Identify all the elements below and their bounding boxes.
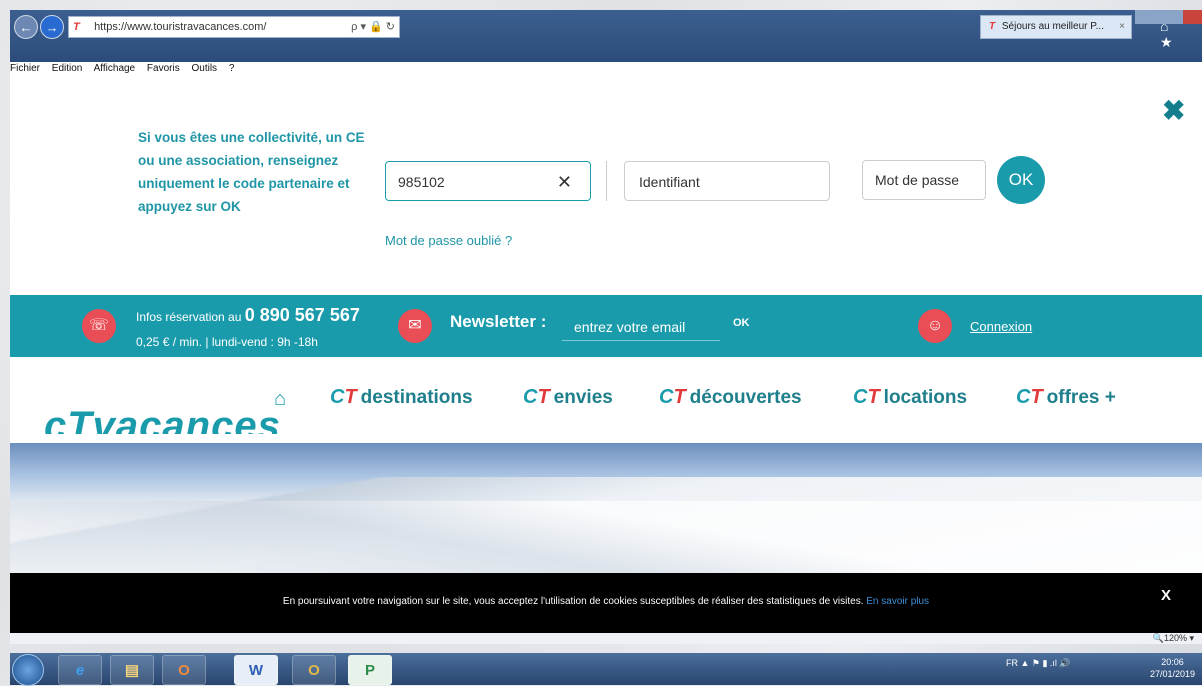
partner-code-value: 985102 [398, 174, 445, 190]
media-taskbar-icon[interactable]: O [162, 655, 206, 685]
clock-date: 27/01/2019 [1150, 669, 1196, 679]
clock-time: 20:06 [1161, 657, 1184, 667]
mail-icon: ✉ [398, 309, 432, 343]
status-bar: 🔍120% ▾ [10, 633, 1202, 644]
forgot-password-link[interactable]: Mot de passe oublié ? [385, 233, 512, 248]
cookie-close-button[interactable]: X [1161, 587, 1171, 604]
password-input[interactable]: Mot de passe [862, 160, 986, 200]
cookie-banner: En poursuivant votre navigation sur le s… [10, 573, 1202, 633]
windows-taskbar: e ▤ O W O P FR ▲ ⚑ ▮ .ıl 🔊 20:06 27/01/2… [10, 653, 1202, 686]
minimize-button[interactable] [1135, 10, 1159, 24]
clear-icon[interactable]: ✕ [557, 162, 572, 202]
site-favicon-icon: T [73, 21, 80, 33]
phone-number: 0 890 567 567 [244, 305, 360, 325]
publisher-taskbar-icon[interactable]: P [348, 655, 392, 685]
menu-affichage[interactable]: Affichage [94, 63, 136, 74]
menu-bar: Fichier Edition Affichage Favoris Outils… [10, 62, 1202, 76]
reservation-prefix: Infos réservation au [136, 310, 245, 324]
connexion-link[interactable]: Connexion [970, 319, 1032, 334]
start-button[interactable] [12, 654, 44, 686]
nav-envies-label: envies [553, 387, 613, 408]
browser-tab[interactable]: T Séjours au meilleur P... × [980, 15, 1132, 39]
browser-toolbar: ← → T https://www.touristravacances.com/… [10, 10, 1202, 62]
partner-code-input[interactable]: 985102 ✕ [385, 161, 591, 201]
reservation-info: Infos réservation au 0 890 567 567 [136, 305, 360, 326]
info-bar: ☏ Infos réservation au 0 890 567 567 0,2… [10, 295, 1202, 357]
cookie-more-link[interactable]: En savoir plus [866, 596, 929, 607]
outlook-taskbar-icon[interactable]: O [292, 655, 336, 685]
web-page: Si vous êtes une collectivité, un CE ou … [10, 76, 1202, 644]
nav-destinations[interactable]: CT destinations [330, 386, 473, 409]
menu-favoris[interactable]: Favoris [147, 63, 180, 74]
nav-offres[interactable]: CT offres + [1016, 386, 1116, 409]
address-bar[interactable]: T https://www.touristravacances.com/ ρ ▾… [68, 16, 400, 38]
partner-instructions: Si vous êtes une collectivité, un CE ou … [138, 130, 365, 214]
close-panel-icon[interactable]: ✖ [1162, 94, 1185, 127]
site-logo[interactable]: cTvacances [44, 406, 281, 434]
back-button[interactable]: ← [14, 15, 38, 39]
ct-brand-icon: CT [523, 386, 550, 408]
ie-taskbar-icon[interactable]: e [58, 655, 102, 685]
identifiant-input[interactable]: Identifiant [624, 161, 830, 201]
menu-outils[interactable]: Outils [191, 63, 217, 74]
forward-button[interactable]: → [40, 15, 64, 39]
explorer-taskbar-icon[interactable]: ▤ [110, 655, 154, 685]
system-tray[interactable]: FR ▲ ⚑ ▮ .ıl 🔊 [1006, 658, 1071, 669]
ct-brand-icon: CT [659, 386, 686, 408]
hero-mountain-image [10, 443, 1202, 573]
phone-icon: ☏ [82, 309, 116, 343]
nav-locations[interactable]: CT locations [853, 386, 967, 409]
nav-destinations-label: destinations [360, 387, 473, 408]
cookie-message: En poursuivant votre navigation sur le s… [10, 596, 1202, 607]
close-window-button[interactable] [1183, 10, 1202, 24]
cookie-text: En poursuivant votre navigation sur le s… [282, 596, 864, 607]
mountain-snow [10, 501, 1202, 573]
home-icon[interactable]: ⌂ [274, 388, 286, 411]
login-ok-button[interactable]: OK [997, 156, 1045, 204]
nav-decouvertes[interactable]: CT découvertes [659, 386, 802, 409]
taskbar-clock[interactable]: 20:06 27/01/2019 [1150, 656, 1195, 680]
maximize-button[interactable] [1159, 10, 1183, 24]
ct-brand-icon: CT [330, 386, 357, 408]
address-controls[interactable]: ρ ▾ 🔒 ↻ [351, 17, 395, 37]
nav-decouvertes-label: découvertes [689, 387, 802, 408]
nav-locations-label: locations [883, 387, 968, 408]
newsletter-email-input[interactable]: entrez votre email [562, 313, 720, 341]
user-icon: ☺ [918, 309, 952, 343]
menu-fichier[interactable]: Fichier [10, 63, 40, 74]
newsletter-label: Newsletter : [450, 312, 547, 331]
address-url: https://www.touristravacances.com/ [94, 21, 267, 33]
ct-brand-icon: CT [1016, 386, 1043, 408]
tab-title: Séjours au meilleur P... [1001, 21, 1104, 32]
tab-close-icon[interactable]: × [1119, 16, 1125, 38]
word-taskbar-icon[interactable]: W [234, 655, 278, 685]
zoom-level[interactable]: 🔍120% ▾ [1153, 633, 1194, 644]
newsletter-ok-button[interactable]: OK [733, 317, 750, 329]
window-controls[interactable] [1135, 10, 1202, 24]
reservation-hours: 0,25 € / min. | lundi-vend : 9h -18h [136, 335, 318, 349]
ct-brand-icon: CT [853, 386, 880, 408]
field-divider [606, 161, 607, 201]
nav-offres-label: offres + [1046, 387, 1116, 408]
menu-help[interactable]: ? [229, 63, 235, 74]
menu-edition[interactable]: Edition [52, 63, 83, 74]
tab-favicon-icon: T [989, 21, 996, 32]
nav-envies[interactable]: CT envies [523, 386, 613, 409]
